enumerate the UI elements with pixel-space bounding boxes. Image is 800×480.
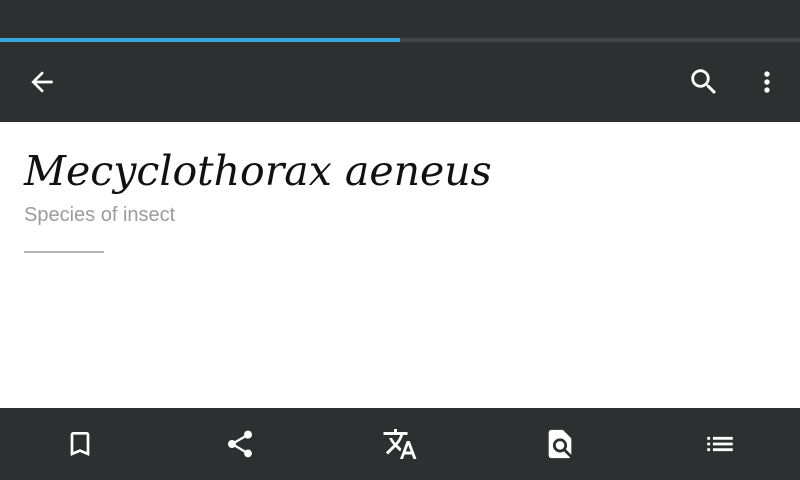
share-button[interactable] (160, 408, 320, 480)
search-icon (691, 69, 717, 95)
table-of-contents-icon (707, 436, 733, 452)
page-title: Mecyclothorax aeneus (24, 147, 492, 195)
share-icon (228, 430, 252, 458)
arrow-left-icon (31, 71, 53, 93)
translate-button[interactable] (320, 408, 480, 480)
bottom-toolbar (0, 408, 800, 480)
page-description: Species of insect (24, 204, 176, 226)
table-of-contents-button[interactable] (640, 408, 800, 480)
back-button[interactable] (16, 56, 68, 108)
title-divider (24, 251, 104, 253)
translate-icon (383, 429, 417, 459)
bookmark-button[interactable] (0, 408, 160, 480)
find-in-page-icon (548, 429, 572, 459)
top-toolbar (0, 42, 800, 122)
bookmark-icon (70, 432, 90, 456)
search-button[interactable] (678, 56, 730, 108)
status-bar (0, 0, 800, 38)
more-options-button[interactable] (741, 56, 793, 108)
article-header: Mecyclothorax aeneus Species of insect (0, 122, 800, 408)
find-in-page-button[interactable] (480, 408, 640, 480)
more-vertical-icon (764, 71, 770, 93)
